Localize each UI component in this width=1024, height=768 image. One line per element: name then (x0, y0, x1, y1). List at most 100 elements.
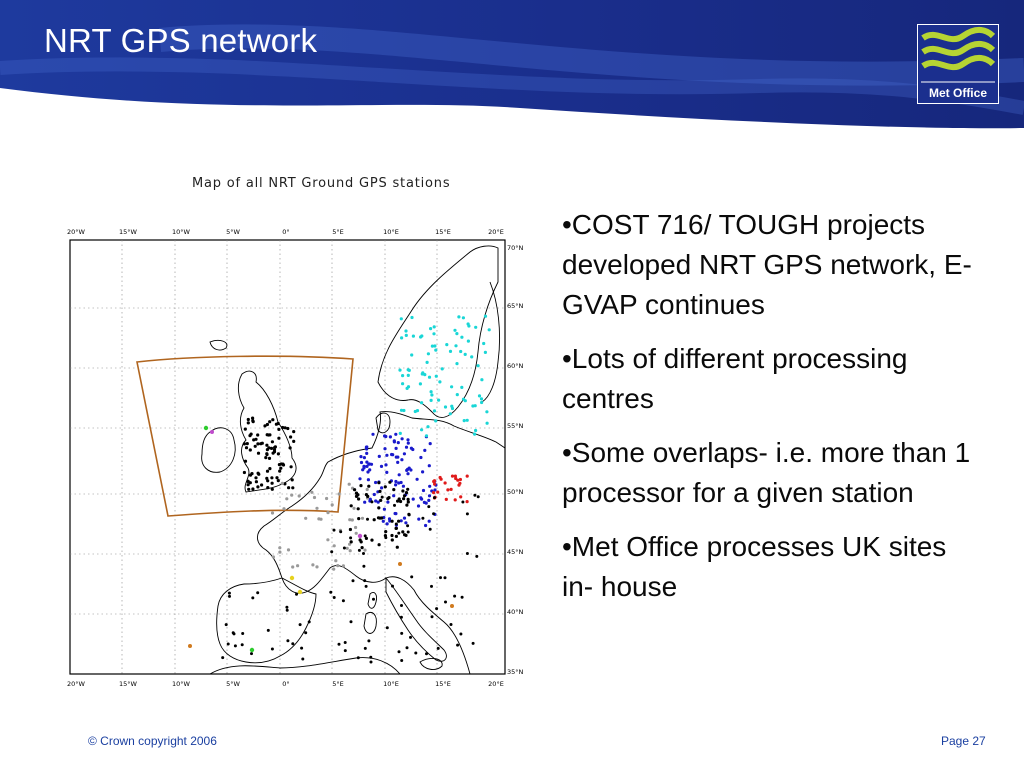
gps-station (391, 584, 394, 588)
gps-station (443, 481, 447, 485)
gps-station (285, 608, 289, 612)
gps-station (256, 433, 260, 437)
gps-station (274, 422, 278, 426)
gps-station (383, 534, 387, 538)
lon-label-top: 10°E (383, 228, 399, 236)
gps-station (459, 632, 463, 636)
gps-station (420, 372, 424, 376)
gps-station (283, 426, 287, 430)
gps-station (356, 507, 360, 511)
gps-station (358, 477, 362, 481)
gps-station (410, 575, 414, 579)
gps-station (279, 466, 283, 470)
gps-station (330, 550, 334, 554)
gps-station (364, 536, 368, 540)
gps-station (357, 517, 361, 521)
gps-station (332, 528, 336, 532)
gps-station (435, 607, 439, 611)
gps-station (475, 554, 479, 558)
gps-station (365, 451, 369, 455)
gps-station (350, 518, 354, 522)
gps-station (420, 401, 424, 405)
gps-station (372, 597, 375, 601)
gps-station (387, 517, 392, 521)
gps-station (357, 497, 361, 501)
gps-station (432, 409, 437, 413)
station-orange-3 (450, 604, 454, 608)
gps-station (410, 353, 414, 357)
gps-station (251, 596, 255, 600)
gps-station (467, 324, 471, 328)
gps-station (233, 644, 237, 648)
gps-station (282, 507, 286, 511)
gps-station (411, 497, 415, 501)
gps-station (263, 424, 267, 428)
gps-station (432, 332, 436, 336)
gps-station (398, 431, 402, 435)
gps-station (417, 517, 421, 521)
gps-station (270, 481, 274, 485)
lat-label-right: 40°N (507, 608, 524, 616)
gps-station (268, 420, 272, 424)
gps-station (334, 559, 338, 563)
gps-station (433, 482, 437, 486)
gps-station (377, 543, 381, 547)
gps-station (404, 445, 409, 449)
lon-label-top: 5°E (332, 228, 344, 236)
gps-station (427, 519, 431, 523)
gps-station (286, 426, 290, 431)
gps-station (407, 466, 411, 470)
gps-station (363, 646, 367, 650)
gps-station (371, 432, 375, 436)
lat-label-right: 60°N (507, 362, 524, 370)
lat-label-right: 35°N (507, 668, 524, 676)
gps-station (343, 649, 347, 653)
gps-station (429, 398, 433, 402)
gps-station (418, 382, 422, 386)
gps-station (337, 642, 341, 646)
header-band: NRT GPS network Met Office (0, 0, 1024, 135)
gps-station (393, 503, 396, 507)
gps-station (385, 626, 389, 630)
gps-station (453, 498, 457, 502)
lon-label-bottom: 15°E (435, 680, 451, 688)
gps-station (246, 417, 250, 422)
bullet-item: •COST 716/ TOUGH projects developed NRT … (562, 209, 972, 320)
bullet-item: •Some overlaps- i.e. more than 1 process… (562, 437, 971, 508)
gps-station (357, 548, 361, 552)
station-green-2 (249, 647, 255, 653)
gps-station (311, 563, 315, 567)
gps-station (377, 454, 381, 458)
gps-station (448, 412, 452, 416)
gps-station (349, 620, 353, 624)
gps-station (401, 489, 405, 493)
gps-station (359, 540, 363, 544)
gps-station (483, 350, 487, 354)
gps-station (439, 576, 442, 580)
gps-station (400, 631, 404, 635)
gps-station (415, 409, 420, 413)
gps-station (434, 419, 438, 423)
gps-station (405, 503, 409, 507)
gps-station (279, 462, 283, 466)
gps-station (278, 550, 282, 554)
gps-station (251, 416, 255, 420)
copyright-notice: © Crown copyright 2006 (88, 734, 217, 748)
gps-station (406, 441, 410, 445)
gps-station (271, 555, 275, 559)
gps-station (265, 469, 270, 473)
gps-station (347, 482, 351, 486)
gps-station (466, 339, 470, 343)
gps-station (366, 470, 370, 474)
gps-station (414, 651, 418, 655)
gps-station (290, 478, 294, 482)
gps-station (430, 344, 434, 348)
gps-station (394, 534, 398, 538)
gps-station (253, 444, 257, 448)
gps-station (363, 548, 367, 552)
station-green-1 (203, 425, 209, 431)
gps-station (396, 441, 400, 445)
gps-station (278, 469, 282, 473)
gps-station (457, 483, 461, 487)
gps-station (360, 546, 364, 550)
